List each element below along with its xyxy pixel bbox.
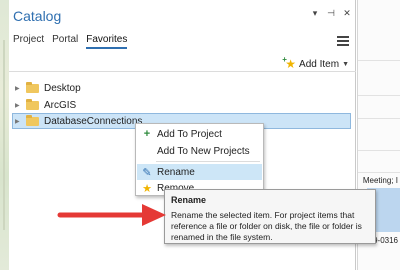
folder-icon — [26, 98, 39, 110]
catalog-titlebar: Catalog ▾ ⊣ ✕ — [9, 0, 356, 30]
table-gridline — [358, 118, 400, 119]
tree-item-label: DatabaseConnections — [44, 115, 143, 127]
pane-title-buttons: ▾ ⊣ ✕ — [310, 8, 352, 19]
menu-separator — [156, 161, 260, 162]
table-gridline — [358, 172, 400, 173]
tree-item-arcgis[interactable]: ▶ ArcGIS — [15, 97, 76, 113]
table-cell: Meeting; I — [362, 176, 398, 185]
catalog-tabs: Project Portal Favorites — [13, 34, 128, 49]
menu-icon[interactable] — [337, 36, 349, 46]
tooltip-body: Rename the selected item. For project it… — [171, 210, 362, 242]
add-item-label: Add Item — [299, 58, 340, 70]
tab-project[interactable]: Project — [13, 34, 44, 49]
menu-item-add-to-project[interactable]: + Add To Project — [137, 126, 262, 142]
table-gridline — [358, 60, 400, 61]
pencil-icon: ✎ — [142, 166, 152, 179]
folder-icon — [26, 114, 39, 126]
expand-arrow-icon[interactable]: ▶ — [15, 102, 21, 109]
folder-icon — [26, 81, 39, 93]
tab-favorites[interactable]: Favorites — [86, 34, 128, 49]
plus-icon: + — [143, 128, 151, 140]
menu-item-label: Rename — [157, 166, 195, 178]
table-cell: 9-0316 — [373, 236, 398, 245]
tree-item-label: Desktop — [44, 82, 81, 94]
chevron-down-icon: ▼ — [342, 60, 349, 68]
divider — [9, 71, 356, 72]
menu-item-rename[interactable]: ✎ Rename — [137, 164, 262, 180]
remove-star-icon: ★ — [142, 182, 152, 195]
add-item-button[interactable]: ★ + Add Item ▼ — [282, 55, 349, 71]
table-gridline — [358, 150, 400, 151]
menu-item-label: Add To New Projects — [157, 145, 250, 157]
menu-item-add-to-new-projects[interactable]: Add To New Projects — [137, 143, 262, 159]
tooltip-title: Rename — [171, 195, 207, 205]
close-icon[interactable]: ✕ — [342, 8, 352, 19]
annotation-arrow-icon — [57, 204, 166, 226]
pane-options-icon[interactable]: ▾ — [310, 8, 320, 19]
expand-arrow-icon[interactable]: ▶ — [15, 85, 21, 92]
tree-item-desktop[interactable]: ▶ Desktop — [15, 80, 81, 96]
expand-arrow-icon[interactable]: ▶ — [15, 118, 21, 125]
tab-portal[interactable]: Portal — [52, 34, 78, 49]
pin-icon[interactable]: ⊣ — [326, 8, 336, 19]
context-menu: + Add To Project Add To New Projects ✎ R… — [135, 123, 264, 196]
tree-item-label: ArcGIS — [44, 99, 77, 111]
pane-title: Catalog — [13, 8, 62, 24]
add-favorite-star-icon: ★ + — [282, 55, 297, 71]
tooltip: Rename Rename the selected item. For pro… — [164, 189, 376, 244]
table-gridline — [358, 95, 400, 96]
map-view-edge — [0, 0, 9, 270]
menu-item-label: Add To Project — [157, 128, 222, 140]
